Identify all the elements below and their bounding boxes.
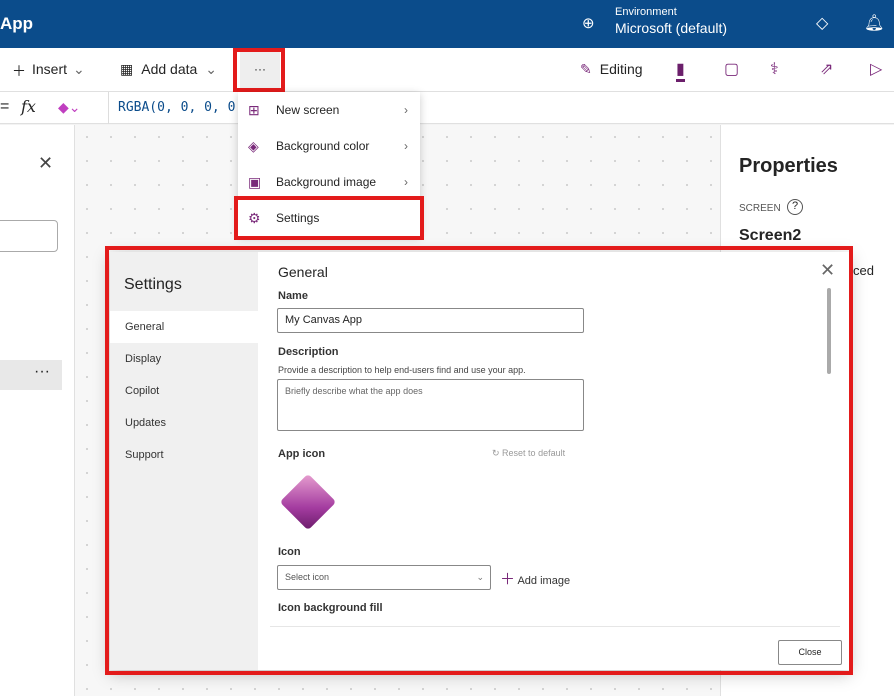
menu-label: New screen bbox=[276, 103, 340, 117]
plus-icon: ＋ bbox=[12, 63, 26, 79]
chevron-down-icon: ⌄ bbox=[205, 61, 218, 77]
chevron-right-icon: › bbox=[404, 103, 408, 117]
chevron-down-icon: ⌄ bbox=[73, 61, 85, 77]
close-icon[interactable]: ✕ bbox=[38, 153, 53, 174]
fx-icon: fx bbox=[21, 97, 36, 116]
play-icon[interactable]: ▷ bbox=[870, 59, 882, 79]
search-input[interactable] bbox=[0, 220, 58, 252]
insert-label: Insert bbox=[32, 61, 68, 77]
chevron-right-icon: › bbox=[404, 139, 408, 153]
tab-advanced[interactable]: ced bbox=[853, 263, 874, 278]
pencil-icon: ✎ bbox=[580, 61, 592, 77]
screen-name: Screen2 bbox=[739, 227, 802, 244]
paint-bucket-icon: ◈ bbox=[248, 137, 259, 154]
menu-item-background-image[interactable]: ▣ Background image › bbox=[238, 164, 420, 200]
image-icon: ▣ bbox=[248, 173, 262, 190]
editing-button[interactable]: ✎ Editing bbox=[580, 61, 643, 78]
tree-view-panel: ✕ ··· bbox=[0, 125, 75, 696]
app-header: App ⊕ Environment Microsoft (default) ◇ … bbox=[0, 0, 894, 48]
share-icon[interactable]: ⇗ bbox=[820, 59, 833, 79]
add-data-button[interactable]: ▦ Add data ⌄ bbox=[120, 61, 217, 78]
chevron-right-icon: › bbox=[404, 175, 408, 189]
new-screen-icon: ⊞ bbox=[248, 101, 260, 118]
equals-icon: = bbox=[0, 98, 10, 115]
bell-icon[interactable]: 🔔︎ bbox=[864, 13, 884, 33]
globe-icon: ⊕ bbox=[582, 15, 595, 32]
copilot-icon[interactable]: ◇ bbox=[816, 13, 828, 33]
stethoscope-icon[interactable]: ⚕ bbox=[770, 59, 779, 79]
formula-input[interactable]: RGBA(0, 0, 0, 0 bbox=[118, 100, 235, 115]
environment-picker[interactable]: Microsoft (default) bbox=[615, 20, 727, 36]
menu-label: Background image bbox=[276, 175, 377, 189]
add-data-label: Add data bbox=[141, 61, 198, 77]
menu-label: Background color bbox=[276, 139, 370, 153]
copilot-dropdown[interactable]: ◆⌄ bbox=[58, 99, 81, 116]
help-icon[interactable]: ? bbox=[787, 199, 803, 215]
insert-button[interactable]: ＋ Insert ⌄ bbox=[12, 61, 85, 81]
editing-label: Editing bbox=[599, 61, 643, 77]
menu-item-background-color[interactable]: ◈ Background color › bbox=[238, 128, 420, 164]
table-add-icon: ▦ bbox=[120, 61, 134, 77]
formula-bar: = fx ◆⌄ RGBA(0, 0, 0, 0 bbox=[0, 92, 894, 124]
app-title: App bbox=[0, 14, 34, 33]
screen-label: SCREEN bbox=[739, 203, 781, 214]
environment-label: Environment bbox=[615, 6, 677, 18]
properties-title: Properties bbox=[739, 155, 838, 177]
command-bar: ＋ Insert ⌄ ▦ Add data ⌄ ··· ✎ Editing ▮ ▢ ⚕ ⇗… bbox=[0, 48, 894, 92]
app-checker-icon[interactable]: ▮ bbox=[676, 59, 685, 82]
tree-item-more-button[interactable]: ··· bbox=[0, 360, 62, 390]
menu-item-new-screen[interactable]: ⊞ New screen › bbox=[238, 92, 420, 128]
comment-icon[interactable]: ▢ bbox=[724, 59, 739, 79]
